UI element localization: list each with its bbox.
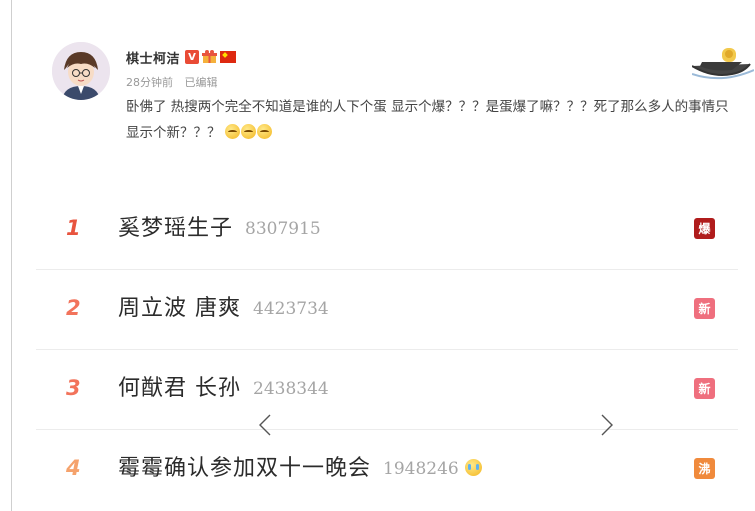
topic-title: 霉霉确认参加双十一晚会 <box>118 456 372 481</box>
hot-search-item[interactable]: 3 何猷君 长孙 2438344 新 <box>36 350 738 430</box>
avatar[interactable] <box>52 42 110 100</box>
edited-label: 已编辑 <box>184 76 218 89</box>
crying-emoji-icon <box>464 459 482 476</box>
topic-title: 何猷君 长孙 <box>118 376 241 401</box>
topic-title: 周立波 唐爽 <box>118 296 241 321</box>
rank-number: 3 <box>66 376 81 400</box>
post-body: 卧佛了 热搜两个完全不知道是谁的人下个蛋 显示个爆？？？是蛋爆了嘛？？？死了那么… <box>126 94 741 146</box>
chevron-left-icon[interactable] <box>258 413 272 437</box>
status-badge: 沸 <box>694 458 715 479</box>
sweat-smile-emoji-icon <box>256 124 272 139</box>
heat-count: 2438344 <box>253 379 329 399</box>
hot-search-item[interactable]: 1 奚梦瑶生子 8307915 爆 <box>36 190 738 270</box>
china-flag-icon <box>220 51 237 63</box>
chevron-right-icon[interactable] <box>600 413 614 437</box>
topic: 周立波 唐爽 4423734 <box>118 290 329 322</box>
topic: 奚梦瑶生子 8307915 <box>118 210 321 242</box>
post-time: 28分钟前 <box>126 76 173 89</box>
heat-count: 1948246 <box>383 459 459 479</box>
boat-sticker-icon <box>692 48 754 80</box>
rank-number: 1 <box>66 216 81 240</box>
sweat-smile-emoji-icon <box>240 124 256 139</box>
heat-count: 4423734 <box>253 299 329 319</box>
topic: 霉霉确认参加双十一晚会 1948246 <box>118 450 482 482</box>
heat-count: 8307915 <box>245 219 321 239</box>
status-badge: 新 <box>694 298 715 319</box>
status-badge: 爆 <box>694 218 715 239</box>
hot-search-item[interactable]: 2 周立波 唐爽 4423734 新 <box>36 270 738 350</box>
verified-badge-icon: V <box>185 50 200 64</box>
topic: 何猷君 长孙 2438344 <box>118 370 329 402</box>
topic-title: 奚梦瑶生子 <box>118 216 234 241</box>
hot-search-item[interactable]: 4 霉霉确认参加双十一晚会 1948246 沸 <box>36 430 738 510</box>
post-text: 卧佛了 热搜两个完全不知道是谁的人下个蛋 显示个爆？？？是蛋爆了嘛？？？死了那么… <box>126 99 729 141</box>
left-divider <box>11 0 12 511</box>
username[interactable]: 棋士柯洁 <box>126 48 180 67</box>
sweat-smile-emoji-icon <box>224 124 240 139</box>
gift-icon <box>202 50 218 63</box>
user-line: 棋士柯洁 V <box>126 48 237 67</box>
post-meta: 28分钟前 已编辑 <box>126 74 218 90</box>
status-badge: 新 <box>694 378 715 399</box>
rank-number: 4 <box>66 456 81 480</box>
hot-search-list: 1 奚梦瑶生子 8307915 爆 2 周立波 唐爽 4423734 新 3 何猷君… <box>36 190 738 510</box>
rank-number: 2 <box>66 296 81 320</box>
